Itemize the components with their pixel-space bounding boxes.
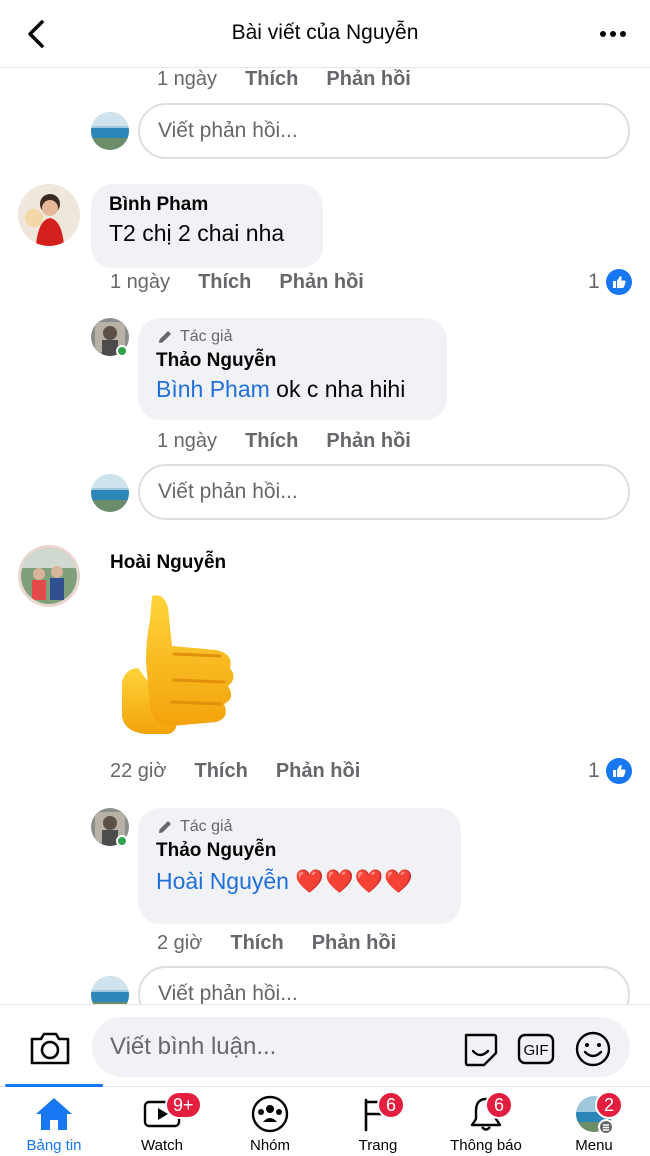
- sticker-icon[interactable]: [460, 1029, 500, 1069]
- author-badge: Tác giả: [156, 328, 429, 346]
- reply-link[interactable]: Phản hồi: [279, 271, 363, 294]
- reply-text: Bình Pham ok c nha hihi: [156, 376, 429, 403]
- online-status-dot: [116, 835, 128, 847]
- tab-label: Watch: [141, 1137, 183, 1154]
- reply-time: 2 giờ: [157, 932, 203, 954]
- tab-notifications[interactable]: 6 Thông báo: [432, 1087, 540, 1156]
- more-options-icon[interactable]: [598, 20, 628, 48]
- home-icon: [33, 1095, 75, 1133]
- tab-label: Trang: [358, 1137, 398, 1154]
- comment-meta: 1 ngày Thích Phản hồi: [157, 68, 439, 91]
- gif-icon[interactable]: GIF: [516, 1029, 556, 1069]
- comments-thread: 1 ngày Thích Phản hồi Viết phản hồi... B…: [0, 68, 650, 1004]
- comment-composer: Viết bình luận... GIF: [0, 1004, 650, 1086]
- reply-bubble: Tác giả Thảo Nguyễn Bình Pham ok c nha h…: [138, 318, 447, 420]
- pencil-icon: [159, 821, 171, 833]
- reply-input[interactable]: Viết phản hồi...: [138, 103, 630, 159]
- pencil-icon: [159, 331, 171, 343]
- bell-icon: 6: [465, 1091, 513, 1133]
- online-status-dot: [116, 345, 128, 357]
- watch-icon: 9+: [141, 1091, 202, 1133]
- reply-link[interactable]: Phản hồi: [326, 430, 410, 453]
- reply-link[interactable]: Phản hồi: [312, 932, 396, 955]
- thumbs-up-sticker-icon: [116, 590, 240, 736]
- mention-link[interactable]: Hoài Nguyễn: [156, 868, 289, 894]
- comment-author[interactable]: Bình Pham: [109, 194, 305, 216]
- tab-news-feed[interactable]: Bảng tin: [0, 1087, 108, 1156]
- reply-meta: 1 ngày Thích Phản hồi: [157, 430, 439, 453]
- comment-time: 1 ngày: [110, 271, 171, 293]
- tab-pages[interactable]: 6 Trang: [324, 1087, 432, 1156]
- comment-author[interactable]: Hoài Nguyễn: [110, 552, 226, 574]
- reply-author[interactable]: Thảo Nguyễn: [156, 840, 443, 862]
- reaction-count-value: 1: [588, 270, 600, 293]
- groups-icon: [249, 1095, 291, 1133]
- tab-menu[interactable]: 2 Menu: [540, 1087, 648, 1156]
- reply-input-placeholder: Viết phản hồi...: [158, 982, 298, 1004]
- reply-link[interactable]: Phản hồi: [326, 68, 410, 91]
- tab-groups[interactable]: Nhóm: [216, 1087, 324, 1156]
- like-reaction-icon: [605, 758, 632, 784]
- like-link[interactable]: Thích: [198, 271, 251, 294]
- tab-watch[interactable]: 9+ Watch: [108, 1087, 216, 1156]
- tab-label: Bảng tin: [26, 1137, 82, 1154]
- my-avatar: [91, 976, 129, 1004]
- reply-input-placeholder: Viết phản hồi...: [158, 480, 298, 503]
- author-badge-label: Tác giả: [180, 328, 233, 345]
- reply-input[interactable]: Viết phản hồi...: [138, 464, 630, 520]
- comment-input-placeholder: Viết bình luận...: [110, 1033, 277, 1060]
- camera-icon[interactable]: [28, 1029, 72, 1067]
- my-avatar: [91, 112, 129, 150]
- emoji-icon[interactable]: [573, 1029, 613, 1069]
- like-link[interactable]: Thích: [194, 760, 247, 783]
- reply-text: Hoài Nguyễn ❤️❤️❤️❤️: [156, 868, 443, 895]
- tab-label: Nhóm: [249, 1137, 290, 1154]
- comment-time: 1 ngày: [157, 68, 218, 90]
- reply-bubble: Tác giả Thảo Nguyễn Hoài Nguyễn ❤️❤️❤️❤️: [138, 808, 461, 924]
- comment-meta: 1 ngày Thích Phản hồi: [110, 271, 392, 294]
- like-link[interactable]: Thích: [245, 68, 298, 91]
- reaction-count[interactable]: 1: [588, 269, 632, 295]
- profile-menu-icon: 2: [573, 1091, 623, 1134]
- author-badge: Tác giả: [156, 818, 443, 836]
- comment-meta: 22 giờ Thích Phản hồi: [110, 760, 388, 783]
- flag-icon: 6: [357, 1091, 405, 1133]
- mention-link[interactable]: Bình Pham: [156, 376, 270, 402]
- reply-input[interactable]: Viết phản hồi...: [138, 966, 630, 1004]
- gif-label: GIF: [524, 1042, 549, 1059]
- comment-bubble: Bình Pham T2 chị 2 chai nha: [91, 184, 323, 268]
- reply-link[interactable]: Phản hồi: [276, 760, 360, 783]
- like-reaction-icon: [605, 269, 632, 295]
- like-link[interactable]: Thích: [245, 430, 298, 453]
- notification-badge: 2: [595, 1091, 623, 1119]
- reply-meta: 2 giờ Thích Phản hồi: [157, 932, 424, 955]
- tab-label: Thông báo: [450, 1137, 522, 1154]
- comment-text: T2 chị 2 chai nha: [109, 220, 285, 246]
- comment-time: 22 giờ: [110, 760, 167, 782]
- my-avatar: [91, 474, 129, 512]
- top-bar: Bài viết của Nguyễn: [0, 0, 650, 68]
- notification-badge: 6: [485, 1091, 513, 1119]
- page-title: Bài viết của Nguyễn: [231, 21, 419, 44]
- hearts-emoji: ❤️❤️❤️❤️: [295, 868, 414, 894]
- avatar[interactable]: [18, 184, 80, 246]
- notification-badge: 9+: [165, 1091, 202, 1119]
- notification-badge: 6: [377, 1091, 405, 1119]
- author-badge-label: Tác giả: [180, 818, 233, 835]
- avatar[interactable]: [18, 545, 80, 607]
- reply-time: 1 ngày: [157, 430, 218, 452]
- like-link[interactable]: Thích: [230, 932, 283, 955]
- reaction-count[interactable]: 1: [588, 758, 632, 784]
- reply-text-body: ok c nha hihi: [269, 376, 406, 402]
- tab-label: Menu: [575, 1137, 613, 1154]
- reply-author[interactable]: Thảo Nguyễn: [156, 350, 429, 372]
- bottom-nav: Bảng tin 9+ Watch Nhóm 6 Trang 6 Thông b…: [0, 1084, 650, 1156]
- reply-input-placeholder: Viết phản hồi...: [158, 119, 298, 142]
- reaction-count-value: 1: [588, 759, 600, 782]
